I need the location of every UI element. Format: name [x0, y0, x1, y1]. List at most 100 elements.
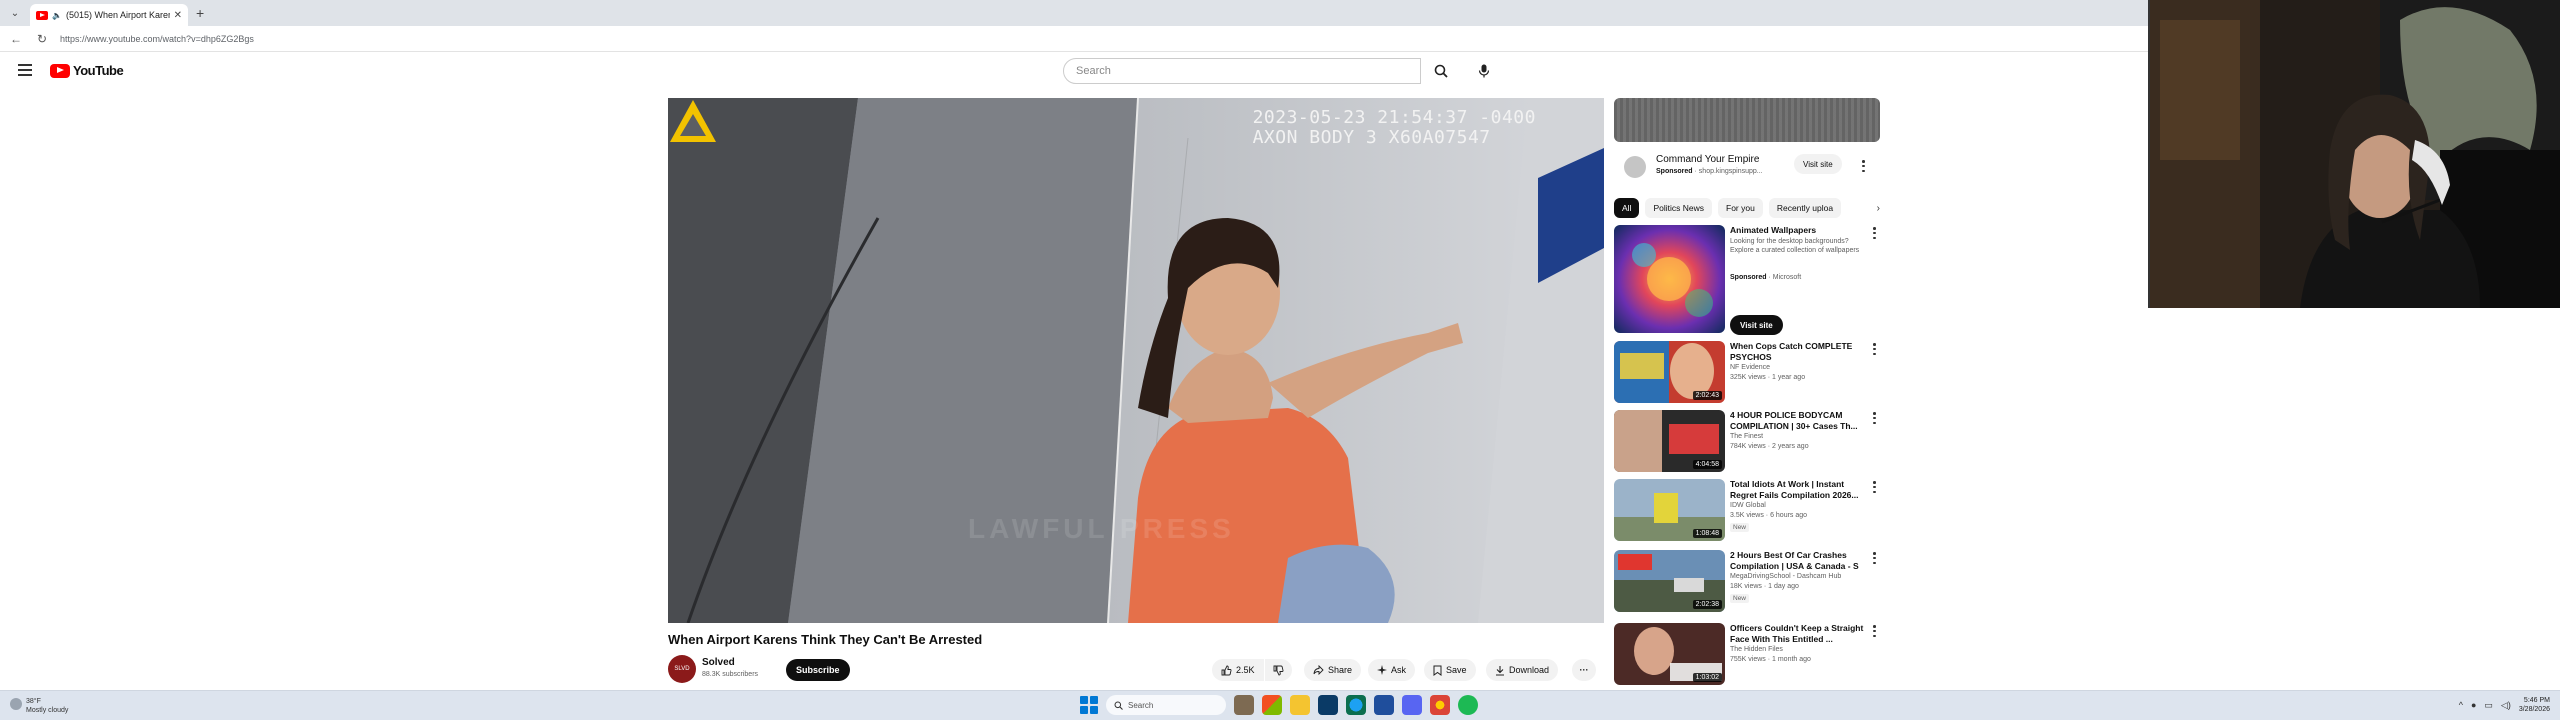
- video-channel[interactable]: MegaDrivingSchool - Dashcam Hub: [1730, 573, 1841, 580]
- video-channel[interactable]: The Hidden Files: [1730, 646, 1783, 653]
- recommendation-item[interactable]: 4:04:58 4 HOUR POLICE BODYCAM COMPILATIO…: [1614, 410, 1884, 476]
- voice-search-button[interactable]: [1471, 58, 1497, 84]
- subscriber-count: 88.3K subscribers: [702, 671, 759, 678]
- chip-all[interactable]: All: [1614, 198, 1640, 218]
- search-input[interactable]: Search: [1063, 58, 1421, 84]
- microphone-tray-icon[interactable]: ●: [2471, 700, 2476, 710]
- advertiser-logo[interactable]: [1624, 156, 1646, 178]
- channel-avatar[interactable]: SLVD: [668, 655, 696, 683]
- like-button[interactable]: 2.5K: [1212, 659, 1264, 681]
- youtube-favicon-icon: [36, 10, 48, 20]
- download-button[interactable]: Download: [1486, 659, 1559, 681]
- video-thumbnail[interactable]: 2:02:38: [1614, 550, 1725, 612]
- ad-visit-site-button[interactable]: Visit site: [1794, 154, 1842, 174]
- new-badge: New: [1730, 594, 1750, 603]
- taskbar-search[interactable]: Search: [1106, 695, 1226, 715]
- screen: ⌄ 🔈 (5015) When Airport Karens Th ✕ + ← …: [0, 0, 2560, 720]
- more-horizontal-icon: ···: [1579, 665, 1589, 675]
- clock-time: 5:46 PM: [2523, 697, 2550, 704]
- share-icon: [1313, 665, 1324, 675]
- video-channel[interactable]: The Finest: [1730, 433, 1763, 440]
- more-vert-icon[interactable]: [1873, 227, 1877, 239]
- tab-list-chevron-icon[interactable]: ⌄: [8, 6, 22, 20]
- chrome-browser-icon[interactable]: [1430, 695, 1450, 715]
- recommendation-item[interactable]: 2:02:38 2 Hours Best Of Car Crashes Comp…: [1614, 550, 1884, 616]
- dislike-button[interactable]: [1265, 659, 1292, 681]
- channel-name[interactable]: Solved: [702, 657, 735, 668]
- video-channel[interactable]: NF Evidence: [1730, 364, 1770, 371]
- youtube-logo[interactable]: YouTube: [50, 63, 124, 78]
- sponsored-thumbnail[interactable]: [1614, 225, 1725, 333]
- volume-icon[interactable]: ◁): [2501, 700, 2511, 711]
- youtube-header: YouTube Search: [0, 52, 2148, 92]
- network-icon[interactable]: ▭: [2484, 700, 2493, 711]
- more-vert-icon[interactable]: [1873, 343, 1877, 355]
- ask-button[interactable]: Ask: [1368, 659, 1416, 681]
- system-clock[interactable]: 5:46 PM 3/28/2026: [2519, 696, 2550, 714]
- windows-start-icon[interactable]: [1080, 696, 1098, 714]
- video-title-link[interactable]: When Cops Catch COMPLETE PSYCHOS: [1730, 341, 1868, 363]
- browser-tab[interactable]: 🔈 (5015) When Airport Karens Th ✕: [30, 4, 188, 26]
- menu-icon[interactable]: [18, 64, 32, 76]
- chip-recently-uploaded[interactable]: Recently uploa: [1768, 198, 1842, 218]
- more-vert-icon[interactable]: [1873, 481, 1877, 493]
- recommendation-item[interactable]: 2:02:43 When Cops Catch COMPLETE PSYCHOS…: [1614, 341, 1884, 407]
- channel-row: SLVD Solved 88.3K subscribers Subscribe …: [668, 655, 1604, 685]
- widgets-app-icon[interactable]: [1234, 695, 1254, 715]
- video-title-link[interactable]: Officers Couldn't Keep a Straight Face W…: [1730, 623, 1868, 645]
- terminal-app-icon[interactable]: [1318, 695, 1338, 715]
- recommendation-item[interactable]: 1:03:02 Officers Couldn't Keep a Straigh…: [1614, 623, 1884, 685]
- sponsored-video-title[interactable]: Animated Wallpapers: [1730, 225, 1868, 236]
- save-button[interactable]: Save: [1424, 659, 1476, 681]
- video-thumbnail[interactable]: 1:03:02: [1614, 623, 1725, 685]
- more-actions-button[interactable]: ···: [1572, 659, 1596, 681]
- close-tab-icon[interactable]: ✕: [174, 10, 182, 21]
- chip-politics-news[interactable]: Politics News: [1645, 198, 1712, 218]
- subscribe-button[interactable]: Subscribe: [786, 659, 850, 681]
- new-tab-icon[interactable]: +: [196, 5, 204, 21]
- download-icon: [1496, 665, 1504, 676]
- video-thumbnail[interactable]: 2:02:43: [1614, 341, 1725, 403]
- video-thumbnail[interactable]: 1:08:48: [1614, 479, 1725, 541]
- more-vert-icon[interactable]: [1873, 552, 1877, 564]
- share-button[interactable]: Share: [1304, 659, 1362, 681]
- sponsored-visit-site-button[interactable]: Visit site: [1730, 315, 1783, 335]
- ad-sponsored-label: Sponsored: [1656, 168, 1693, 175]
- sponsored-video[interactable]: Animated Wallpapers Looking for the desk…: [1614, 225, 1884, 337]
- reload-icon[interactable]: ↻: [32, 32, 52, 46]
- video-channel[interactable]: IDW Global: [1730, 502, 1766, 509]
- discord-app-icon[interactable]: [1402, 695, 1422, 715]
- chevron-up-icon[interactable]: ^: [2459, 700, 2463, 710]
- ad-banner-image[interactable]: [1614, 98, 1880, 142]
- more-vert-icon[interactable]: [1873, 625, 1877, 637]
- video-player[interactable]: 2023-05-23 21:54:37 -0400 AXON BODY 3 X6…: [668, 98, 1604, 623]
- thumbs-down-icon: [1273, 665, 1284, 675]
- webcam-overlay: [2148, 0, 2560, 308]
- new-badge: New: [1730, 523, 1750, 532]
- search-icon: [1434, 64, 1448, 78]
- file-explorer-icon[interactable]: [1290, 695, 1310, 715]
- speaker-icon[interactable]: 🔈: [52, 11, 62, 20]
- calculator-app-icon[interactable]: [1374, 695, 1394, 715]
- video-title-link[interactable]: Total Idiots At Work | Instant Regret Fa…: [1730, 479, 1868, 501]
- back-arrow-icon[interactable]: ←: [6, 32, 26, 46]
- chip-for-you[interactable]: For you: [1718, 198, 1763, 218]
- spotify-app-icon[interactable]: [1458, 695, 1478, 715]
- video-title-link[interactable]: 4 HOUR POLICE BODYCAM COMPILATION | 30+ …: [1730, 410, 1868, 432]
- more-vert-icon[interactable]: [1873, 412, 1877, 424]
- ad-title[interactable]: Command Your Empire: [1656, 154, 1759, 165]
- ad-more-icon[interactable]: [1862, 160, 1866, 172]
- video-duration: 4:04:58: [1692, 460, 1722, 469]
- video-title-link[interactable]: 2 Hours Best Of Car Crashes Compilation …: [1730, 550, 1868, 572]
- weather-widget[interactable]: 38°F Mostly cloudy: [10, 697, 68, 715]
- edge-browser-icon[interactable]: [1346, 695, 1366, 715]
- search-button[interactable]: [1421, 58, 1461, 84]
- bodycam-timestamp: 2023-05-23 21:54:37 -0400: [1252, 107, 1536, 128]
- video-thumbnail[interactable]: 4:04:58: [1614, 410, 1725, 472]
- download-label: Download: [1509, 665, 1550, 675]
- url-field[interactable]: https://www.youtube.com/watch?v=dhp6ZG2B…: [60, 34, 254, 44]
- copilot-app-icon[interactable]: [1262, 695, 1282, 715]
- chevron-right-icon[interactable]: ›: [1877, 203, 1880, 214]
- recommendation-item[interactable]: 1:08:48 Total Idiots At Work | Instant R…: [1614, 479, 1884, 545]
- video-duration: 1:08:48: [1692, 529, 1722, 538]
